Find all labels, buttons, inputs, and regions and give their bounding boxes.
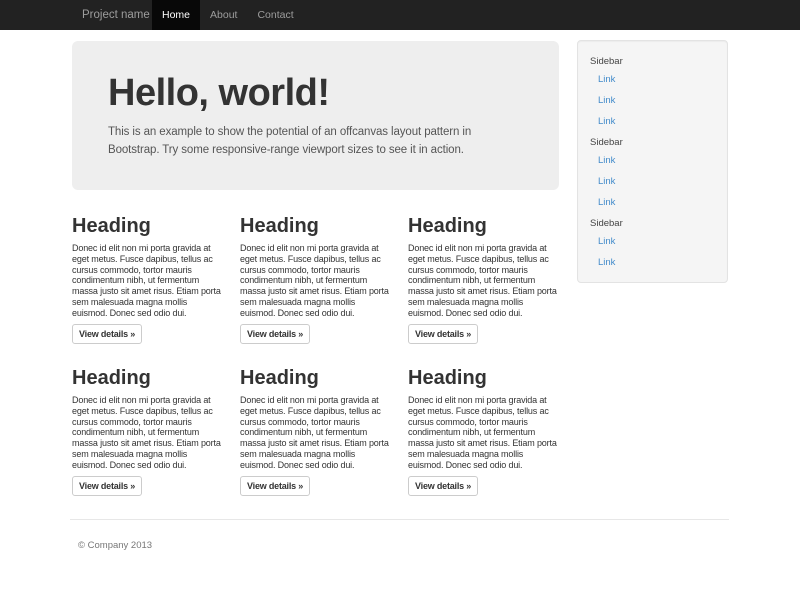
card-heading: Heading: [408, 215, 560, 237]
footer-copyright: © Company 2013: [78, 540, 152, 551]
view-details-button[interactable]: View details »: [240, 476, 310, 496]
card-heading: Heading: [240, 215, 392, 237]
view-details-button[interactable]: View details »: [408, 476, 478, 496]
card-heading: Heading: [408, 367, 560, 389]
card-body-text: Donec id elit non mi porta gravida at eg…: [240, 243, 392, 319]
view-details-button[interactable]: View details »: [72, 476, 142, 496]
card-heading: Heading: [240, 367, 392, 389]
feature-card: Heading Donec id elit non mi porta gravi…: [72, 367, 224, 496]
card-body-text: Donec id elit non mi porta gravida at eg…: [408, 395, 560, 471]
card-body-text: Donec id elit non mi porta gravida at eg…: [72, 243, 224, 319]
brand-link[interactable]: Project name: [82, 0, 150, 30]
view-details-button[interactable]: View details »: [240, 324, 310, 344]
feature-card: Heading Donec id elit non mi porta gravi…: [408, 367, 560, 496]
card-heading: Heading: [72, 367, 224, 389]
card-body-text: Donec id elit non mi porta gravida at eg…: [240, 395, 392, 471]
card-heading: Heading: [72, 215, 224, 237]
feature-card: Heading Donec id elit non mi porta gravi…: [72, 215, 224, 344]
navbar-menu: Home About Contact: [152, 0, 304, 30]
feature-card: Heading Donec id elit non mi porta gravi…: [408, 215, 560, 344]
cards-row-2: Heading Donec id elit non mi porta gravi…: [72, 367, 560, 496]
view-details-button[interactable]: View details »: [72, 324, 142, 344]
nav-item-home[interactable]: Home: [152, 0, 200, 30]
footer-divider: [70, 519, 729, 520]
cards-row-1: Heading Donec id elit non mi porta gravi…: [72, 215, 560, 344]
nav-item-contact[interactable]: Contact: [247, 0, 303, 30]
nav-item-about[interactable]: About: [200, 0, 247, 30]
card-body-text: Donec id elit non mi porta gravida at eg…: [408, 243, 560, 319]
card-body-text: Donec id elit non mi porta gravida at eg…: [72, 395, 224, 471]
main-content: Heading Donec id elit non mi porta gravi…: [70, 30, 729, 575]
view-details-button[interactable]: View details »: [408, 324, 478, 344]
top-navbar: Project name Home About Contact: [0, 0, 800, 30]
feature-card: Heading Donec id elit non mi porta gravi…: [240, 367, 392, 496]
feature-card: Heading Donec id elit non mi porta gravi…: [240, 215, 392, 344]
